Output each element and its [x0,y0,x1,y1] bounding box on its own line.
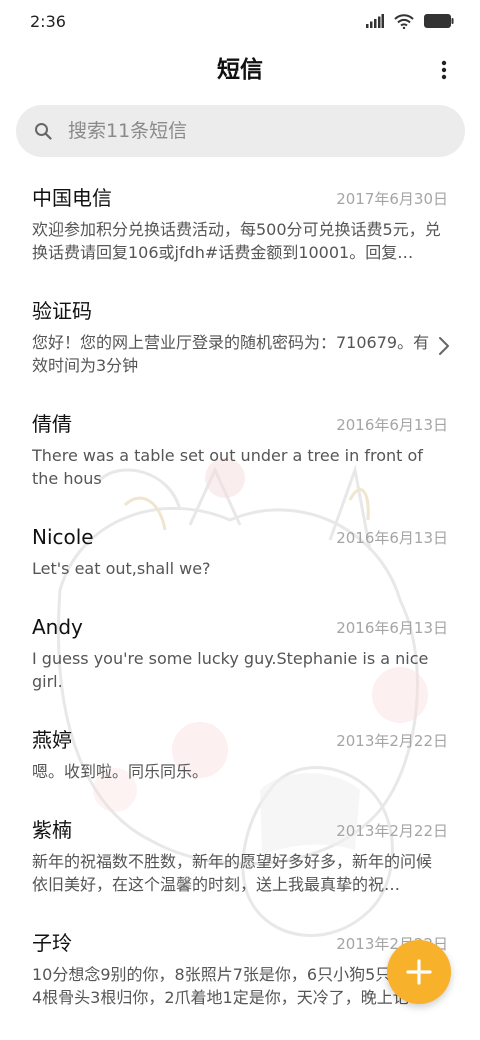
search-input[interactable] [66,119,465,143]
message-sender: 验证码 [32,299,92,323]
message-date: 2013年2月22日 [336,822,448,840]
wifi-icon [394,13,414,29]
page-title: 短信 [217,57,263,83]
message-preview: Let's eat out,shall we? [32,559,211,578]
message-date: 2013年2月22日 [336,732,448,750]
message-date: 2016年6月13日 [336,619,448,637]
message-item-1[interactable]: 验证码 您好！您的网上营业厅登录的随机密码为：710679。有效时间为3分钟 [0,298,480,411]
message-preview: 新年的祝福数不胜数，新年的愿望好多好多，新年的问候依旧美好，在这个温馨的时刻，送… [32,852,433,894]
status-icons [366,13,454,29]
battery-icon [424,14,454,28]
message-preview: 欢迎参加积分兑换话费活动，每500分可兑换话费5元，兑换话费请回复106或jfd… [32,220,441,262]
search-bar[interactable] [16,105,465,157]
message-item-6[interactable]: 紫楠 2013年2月22日 新年的祝福数不胜数，新年的愿望好多好多，新年的问候依… [0,817,480,930]
message-list: 中国电信 2017年6月30日 欢迎参加积分兑换话费活动，每500分可兑换话费5… [0,185,480,1020]
more-vertical-icon [441,60,447,80]
chevron-right-icon [439,337,449,355]
status-bar: 2:36 [0,0,480,42]
message-item-3[interactable]: Nicole 2016年6月13日 Let's eat out,shall we… [0,524,480,614]
message-preview: 嗯。收到啦。同乐同乐。 [32,762,209,781]
message-item-0[interactable]: 中国电信 2017年6月30日 欢迎参加积分兑换话费活动，每500分可兑换话费5… [0,185,480,298]
message-preview: I guess you're some lucky guy.Stephanie … [32,649,429,691]
compose-button[interactable] [387,940,451,1004]
signal-icon [366,14,384,28]
message-date: 2016年6月13日 [336,529,448,547]
status-time: 2:36 [30,11,66,31]
message-item-2[interactable]: 倩倩 2016年6月13日 There was a table set out … [0,411,480,524]
message-date: 2017年6月30日 [336,190,448,208]
message-preview: There was a table set out under a tree i… [32,446,423,488]
more-options-button[interactable] [430,56,458,84]
message-preview: 您好！您的网上营业厅登录的随机密码为：710679。有效时间为3分钟 [32,333,430,375]
message-item-5[interactable]: 燕婷 2013年2月22日 嗯。收到啦。同乐同乐。 [0,727,480,817]
search-icon [34,120,56,142]
plus-icon [406,959,432,985]
message-item-4[interactable]: Andy 2016年6月13日 I guess you're some luck… [0,614,480,727]
message-date: 2016年6月13日 [336,416,448,434]
app-header: 短信 [0,48,480,92]
message-preview: 10分想念9别的你，8张照片7张是你，6只小狗5只像你，4根骨头3根归你，2爪着… [32,965,440,1007]
